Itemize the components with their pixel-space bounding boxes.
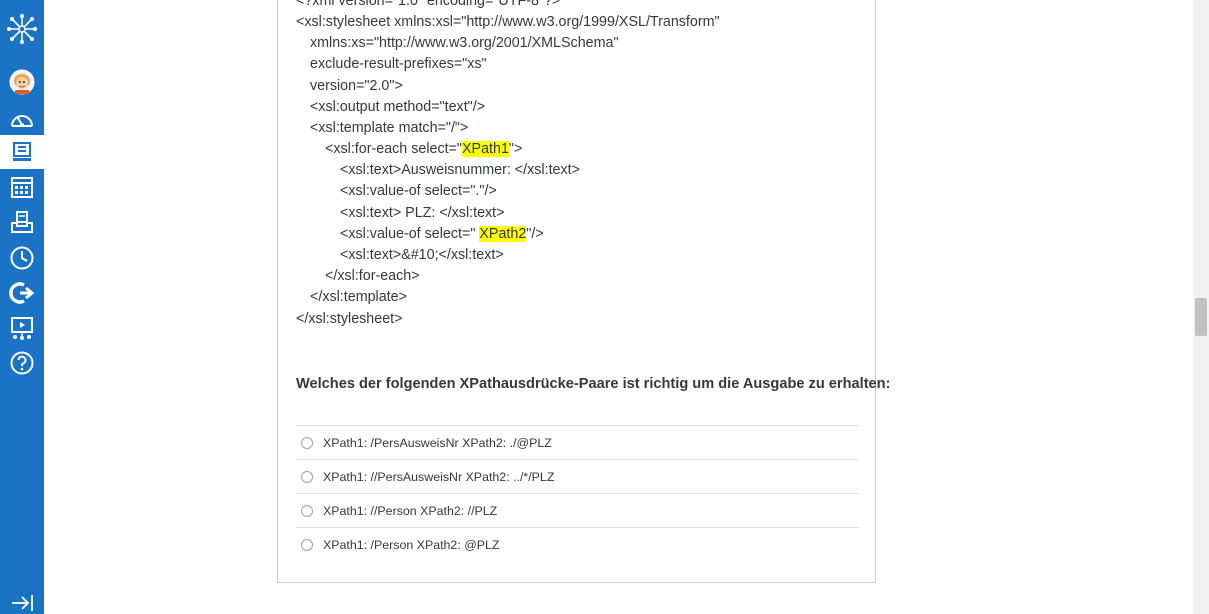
code-text: <xsl:value-of select=" (340, 226, 480, 242)
code-text: <xsl:for-each select=" (325, 141, 462, 157)
code-line: <xsl:text>&#10;</xsl:text> (340, 247, 504, 263)
answer-option-4[interactable]: XPath1: /Person XPath2: @PLZ (296, 527, 859, 561)
commons-icon[interactable] (0, 276, 44, 310)
logo-icon[interactable] (0, 12, 44, 46)
code-line: version="2.0"> (310, 78, 403, 94)
page-scrollbar[interactable] (1193, 0, 1209, 614)
history-icon[interactable] (0, 241, 44, 275)
courses-icon[interactable] (0, 135, 44, 169)
code-line: <xsl:value-of select="."/> (340, 183, 497, 199)
code-line: <xsl:stylesheet xmlns:xsl="http://www.w3… (296, 14, 720, 30)
code-line: xmlns:xs="http://www.w3.org/2001/XMLSche… (310, 35, 619, 51)
code-text: "> (508, 141, 523, 157)
code-line: </xsl:template> (310, 289, 407, 305)
scrollbar-thumb[interactable] (1195, 298, 1207, 336)
code-line: </xsl:for-each> (325, 268, 420, 284)
radio-button[interactable] (301, 436, 313, 449)
question-text: Welches der folgenden XPathausdrücke-Paa… (296, 376, 891, 392)
quiz-question-card: <?xml version="1.0" encoding="UTF-8"?> <… (277, 0, 890, 583)
answer-label: XPath1: //Person XPath2: //PLZ (323, 503, 498, 518)
radio-button[interactable] (301, 538, 313, 551)
studio-icon[interactable] (0, 311, 44, 345)
code-text: "/> (526, 226, 544, 242)
avatar[interactable] (0, 65, 44, 99)
answer-option-2[interactable]: XPath1: //PersAusweisNr XPath2: ../*/PLZ (296, 459, 859, 493)
xpath2-highlight: XPath2 (479, 226, 527, 242)
code-line: <xsl:text>Ausweisnummer: </xsl:text> (340, 162, 580, 178)
code-line: <xsl:text> PLZ: </xsl:text> (340, 205, 505, 221)
help-icon[interactable] (0, 346, 44, 380)
xpath1-highlight: XPath1 (462, 141, 509, 157)
main-content: <?xml version="1.0" encoding="UTF-8"?> <… (44, 0, 1193, 614)
radio-button[interactable] (301, 470, 313, 483)
answer-option-3[interactable]: XPath1: //Person XPath2: //PLZ (296, 493, 859, 527)
answer-label: XPath1: //PersAusweisNr XPath2: ../*/PLZ (323, 469, 555, 484)
calendar-icon[interactable] (0, 170, 44, 204)
code-line: <xsl:template match="/"> (310, 120, 469, 136)
inbox-icon[interactable] (0, 205, 44, 239)
code-line: exclude-result-prefixes="xs" (310, 56, 487, 72)
code-line: <xsl:value-of select=" XPath2"/> (340, 224, 544, 245)
code-line: <xsl:output method="text"/> (310, 99, 486, 115)
code-line: <xsl:for-each select="XPath1"> (325, 139, 522, 160)
global-nav-sidebar (0, 0, 44, 614)
code-line: <?xml version="1.0" encoding="UTF-8"?> (296, 0, 561, 9)
radio-button[interactable] (301, 504, 313, 517)
collapse-icon[interactable] (0, 588, 44, 614)
code-line: </xsl:stylesheet> (296, 311, 403, 327)
dashboard-icon[interactable] (0, 103, 44, 137)
answer-option-1[interactable]: XPath1: /PersAusweisNr XPath2: ./@PLZ (296, 425, 859, 459)
answer-label: XPath1: /PersAusweisNr XPath2: ./@PLZ (323, 435, 552, 450)
answer-list: XPath1: /PersAusweisNr XPath2: ./@PLZ XP… (296, 425, 859, 561)
answer-label: XPath1: /Person XPath2: @PLZ (323, 537, 500, 552)
